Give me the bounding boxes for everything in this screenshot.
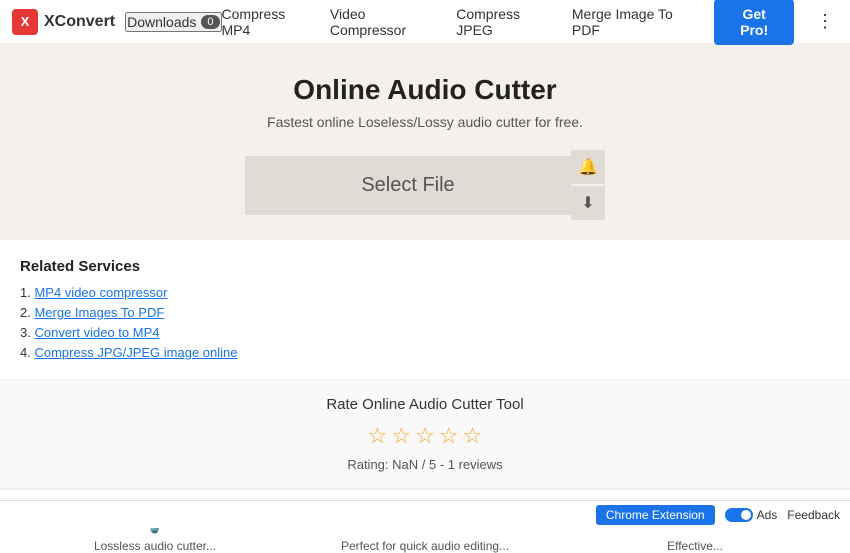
item-num: 3.	[20, 325, 31, 340]
logo-icon: X	[12, 9, 38, 35]
more-button[interactable]: ⋮	[812, 11, 838, 32]
star-3[interactable]: ☆	[415, 423, 435, 449]
rating-text: Rating: NaN / 5 - 1 reviews	[20, 457, 830, 472]
main-section: Online Audio Cutter Fastest online Losel…	[0, 44, 850, 240]
list-item: 4. Compress JPG/JPEG image online	[20, 345, 830, 360]
item-num: 4.	[20, 345, 31, 360]
page-subtitle: Fastest online Loseless/Lossy audio cutt…	[20, 114, 830, 130]
bottom-bar: Chrome Extension Ads Feedback	[0, 500, 850, 528]
list-item: 3. Convert video to MP4	[20, 325, 830, 340]
feedback-button[interactable]: Feedback	[787, 508, 840, 522]
downloads-button[interactable]: Downloads 0	[125, 12, 221, 32]
nav-compress-jpeg[interactable]: Compress JPEG	[456, 6, 554, 38]
feature-3-text: Effective...	[570, 539, 820, 553]
related-link-4[interactable]: Compress JPG/JPEG image online	[34, 345, 237, 360]
item-num: 2.	[20, 305, 31, 320]
chrome-extension-button[interactable]: Chrome Extension	[596, 505, 715, 525]
related-title: Related Services	[20, 258, 830, 275]
ads-label: Ads	[757, 508, 778, 522]
download-icon: ⬇	[581, 193, 594, 213]
select-area: Select File 🔔 ⬇	[245, 150, 605, 220]
logo-text: XConvert	[44, 13, 115, 31]
downloads-badge: 0	[201, 15, 219, 29]
upload-icon: 🔔	[578, 157, 598, 177]
nav-video-compressor[interactable]: Video Compressor	[330, 6, 438, 38]
related-list: 1. MP4 video compressor 2. Merge Images …	[20, 285, 830, 360]
related-link-2[interactable]: Merge Images To PDF	[34, 305, 164, 320]
page-title: Online Audio Cutter	[20, 74, 830, 106]
nav-compress-mp4[interactable]: Compress MP4	[222, 6, 312, 38]
rating-title: Rate Online Audio Cutter Tool	[20, 396, 830, 413]
star-4[interactable]: ☆	[439, 423, 459, 449]
list-item: 2. Merge Images To PDF	[20, 305, 830, 320]
download-icon-button[interactable]: ⬇	[571, 186, 605, 220]
item-num: 1.	[20, 285, 31, 300]
nav-merge-image-pdf[interactable]: Merge Image To PDF	[572, 6, 696, 38]
feature-2-text: Perfect for quick audio editing...	[300, 539, 550, 553]
rating-section: Rate Online Audio Cutter Tool ☆ ☆ ☆ ☆ ☆ …	[0, 379, 850, 489]
select-file-button[interactable]: Select File	[245, 156, 571, 215]
stars-container: ☆ ☆ ☆ ☆ ☆	[20, 423, 830, 449]
star-2[interactable]: ☆	[391, 423, 411, 449]
downloads-label: Downloads	[127, 14, 196, 30]
feature-1-text: Lossless audio cutter...	[30, 539, 280, 553]
ads-toggle-switch[interactable]	[725, 508, 753, 522]
header-left: X XConvert Downloads 0	[12, 9, 222, 35]
related-link-3[interactable]: Convert video to MP4	[34, 325, 159, 340]
star-5[interactable]: ☆	[463, 423, 483, 449]
header-nav: Compress MP4 Video Compressor Compress J…	[222, 0, 838, 45]
ads-toggle-container: Ads	[725, 508, 778, 522]
header: X XConvert Downloads 0 Compress MP4 Vide…	[0, 0, 850, 44]
list-item: 1. MP4 video compressor	[20, 285, 830, 300]
get-pro-button[interactable]: Get Pro!	[714, 0, 794, 45]
upload-icon-button[interactable]: 🔔	[571, 150, 605, 184]
logo[interactable]: X XConvert	[12, 9, 115, 35]
side-icons: 🔔 ⬇	[571, 150, 605, 220]
star-1[interactable]: ☆	[368, 423, 388, 449]
related-link-1[interactable]: MP4 video compressor	[34, 285, 167, 300]
related-section: Related Services 1. MP4 video compressor…	[0, 240, 850, 379]
